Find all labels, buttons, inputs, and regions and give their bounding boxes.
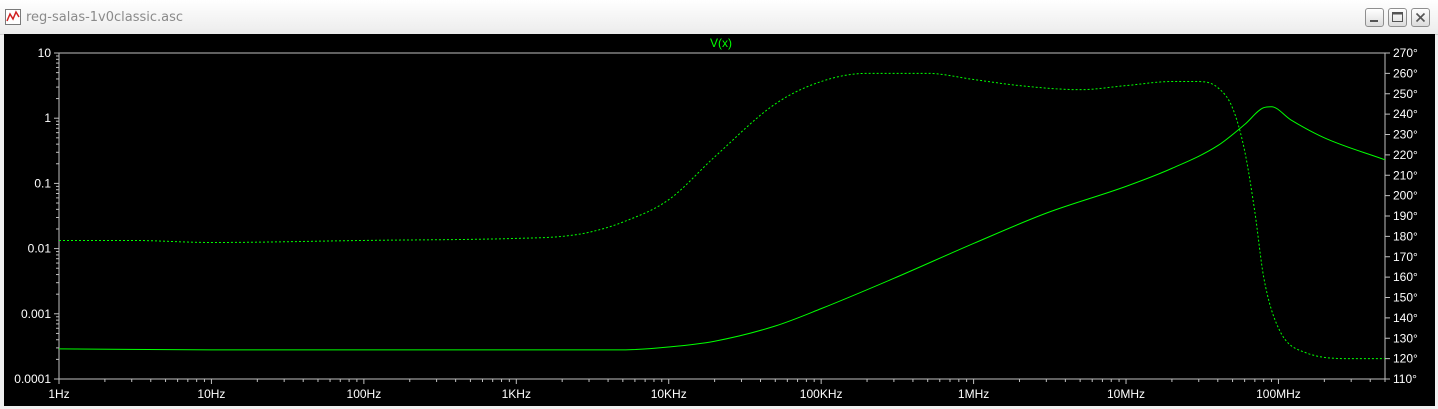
y2-tick-label: 130° bbox=[1393, 331, 1418, 345]
phase-trace[interactable] bbox=[58, 72, 1385, 360]
x-tick-label: 1Hz bbox=[48, 387, 69, 401]
maximize-icon bbox=[1392, 12, 1403, 22]
y-tick-label: 0.0001 bbox=[14, 372, 51, 386]
y2-tick-label: 240° bbox=[1393, 107, 1418, 121]
y2-tick-label: 160° bbox=[1393, 270, 1418, 284]
y2-tick-label: 150° bbox=[1393, 291, 1418, 305]
x-tick-label: 10MHz bbox=[1107, 387, 1145, 401]
y-tick-label: 1 bbox=[44, 111, 51, 125]
x-tick-label: 1MHz bbox=[958, 387, 989, 401]
y2-tick-label: 170° bbox=[1393, 250, 1418, 264]
y2-tick-label: 120° bbox=[1393, 352, 1418, 366]
y2-tick-label: 110° bbox=[1393, 372, 1417, 386]
maximize-button[interactable] bbox=[1388, 8, 1407, 27]
bode-plot[interactable]: 1Hz 10Hz 100Hz 1KHz 10KHz 100KHz 1MHz 10MHz 100M… bbox=[4, 34, 1435, 406]
y-tick-label: 0.01 bbox=[28, 242, 52, 256]
y2-tick-label: 190° bbox=[1393, 209, 1418, 223]
y-tick-label: 10 bbox=[38, 46, 52, 60]
y2-tick-label: 200° bbox=[1393, 189, 1418, 203]
y2-tick-label: 140° bbox=[1393, 311, 1418, 325]
trace-label[interactable]: V(x) bbox=[710, 36, 732, 50]
waveform-icon bbox=[5, 9, 21, 25]
y2-tick-label: 250° bbox=[1393, 87, 1418, 101]
close-button[interactable] bbox=[1411, 8, 1430, 27]
x-tick-label: 100Hz bbox=[347, 387, 382, 401]
y2-tick-label: 210° bbox=[1393, 168, 1418, 182]
title-bar[interactable]: reg-salas-1v0classic.asc bbox=[0, 0, 1438, 35]
x-tick-label: 1KHz bbox=[502, 387, 531, 401]
x-tick-label: 100MHz bbox=[1256, 387, 1301, 401]
y2-tick-label: 180° bbox=[1393, 229, 1418, 243]
y-tick-label: 0.1 bbox=[34, 176, 51, 190]
magnitude-trace[interactable] bbox=[58, 106, 1386, 351]
y2-tick-label: 270° bbox=[1393, 46, 1418, 60]
y2-tick-label: 230° bbox=[1393, 128, 1418, 142]
plot-frame bbox=[58, 52, 1386, 380]
close-icon bbox=[1415, 12, 1426, 23]
y2-tick-label: 220° bbox=[1393, 148, 1418, 162]
x-tick-label: 10KHz bbox=[651, 387, 687, 401]
x-tick-label: 10Hz bbox=[197, 387, 225, 401]
plot-pane[interactable]: 1Hz 10Hz 100Hz 1KHz 10KHz 100KHz 1MHz 10MHz 100M… bbox=[4, 34, 1435, 406]
window-title: reg-salas-1v0classic.asc bbox=[26, 10, 184, 25]
x-tick-label: 100KHz bbox=[800, 387, 843, 401]
minimize-icon bbox=[1370, 20, 1378, 22]
minimize-button[interactable] bbox=[1365, 8, 1384, 27]
y-tick-label: 0.001 bbox=[21, 307, 51, 321]
y2-tick-label: 260° bbox=[1393, 66, 1418, 80]
app-window: reg-salas-1v0classic.asc 1Hz 10Hz 100Hz 1KH… bbox=[0, 0, 1438, 409]
